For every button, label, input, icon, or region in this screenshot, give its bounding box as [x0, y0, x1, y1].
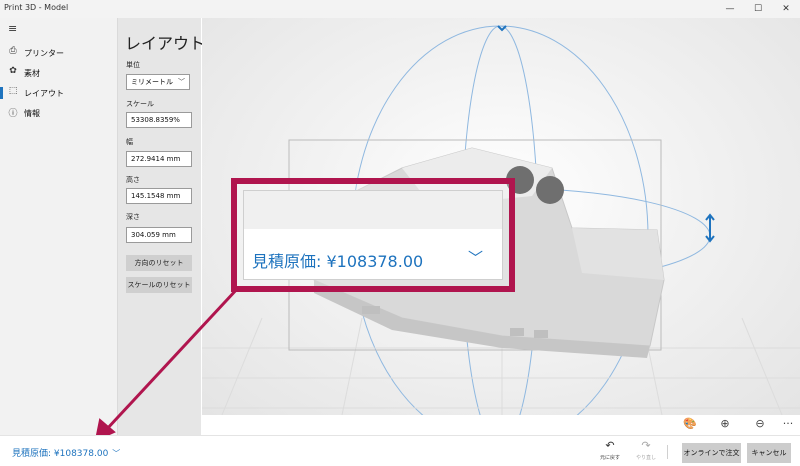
chevron-down-icon: ﹀ [468, 249, 484, 267]
hamburger-menu-icon[interactable]: ≡ [8, 22, 17, 35]
callout-price-text: 見積原価: ¥108378.00 [252, 252, 424, 271]
estimated-price-text: 見積原価: ¥108378.00 [12, 449, 109, 459]
width-field[interactable]: 272.9414 mm [126, 151, 192, 167]
layout-icon: ⬚ [8, 86, 18, 96]
more-options-icon[interactable]: ··· [780, 417, 796, 430]
nav-item-layout[interactable]: ⬚ レイアウト [0, 84, 117, 102]
info-icon: ⓘ [8, 109, 18, 119]
depth-field[interactable]: 304.059 mm [126, 227, 192, 243]
minimize-button[interactable]: — [716, 0, 744, 18]
chevron-down-icon: ﹀ [112, 449, 121, 458]
zoom-out-icon[interactable]: ⊖ [752, 417, 768, 430]
order-online-button[interactable]: オンラインで注文 [682, 443, 741, 463]
height-field[interactable]: 145.1548 mm [126, 188, 192, 204]
scale-field[interactable]: 53308.8359% [126, 112, 192, 128]
undo-button[interactable]: ↶ 元に戻す [593, 440, 627, 466]
height-label: 高さ [126, 176, 140, 184]
layout-panel: レイアウト 単位 ミリメートル ﹀ スケール 53308.8359% 幅 272… [117, 18, 205, 435]
width-label: 幅 [126, 138, 133, 146]
zoom-in-icon[interactable]: ⊕ [717, 417, 733, 430]
redo-icon: ↷ [641, 439, 651, 452]
unit-value: ミリメートル [131, 78, 173, 86]
unit-label: 単位 [126, 61, 140, 69]
nav-item-material[interactable]: ✿ 素材 [0, 64, 117, 82]
left-nav: ≡ ⎙ プリンター ✿ 素材 ⬚ レイアウト ⓘ 情報 [0, 18, 117, 435]
unit-dropdown[interactable]: ミリメートル ﹀ [126, 74, 190, 90]
price-callout: 見積原価: ¥108378.00 ﹀ [231, 178, 515, 292]
bottom-bar: 見積原価: ¥108378.00 ﹀ ↶ 元に戻す ↷ やり直し オンラインで注文… [0, 435, 800, 466]
maximize-button[interactable]: ☐ [744, 0, 772, 18]
panel-title: レイアウト [125, 34, 206, 53]
viewport-toolbar: 🎨 ⊕ ⊖ ··· [202, 415, 800, 435]
redo-button[interactable]: ↷ やり直し [629, 440, 663, 466]
close-button[interactable]: ✕ [772, 0, 800, 18]
window-title: Print 3D - Model [4, 3, 69, 12]
undo-label: 元に戻す [599, 455, 620, 461]
nav-item-printer[interactable]: ⎙ プリンター [0, 44, 117, 62]
undo-icon: ↶ [605, 439, 615, 452]
redo-label: やり直し [635, 455, 656, 461]
estimated-price-dropdown[interactable]: 見積原価: ¥108378.00 ﹀ [12, 446, 120, 459]
active-indicator [0, 87, 3, 99]
reset-scale-button[interactable]: スケールのリセット [126, 277, 192, 293]
nav-item-info[interactable]: ⓘ 情報 [0, 104, 117, 122]
nav-item-label: 素材 [24, 69, 40, 78]
title-bar: Print 3D - Model — ☐ ✕ [0, 0, 800, 18]
nav-item-label: 情報 [24, 109, 40, 118]
palette-icon[interactable]: 🎨 [682, 417, 698, 430]
divider [667, 445, 668, 459]
palette-icon: ✿ [9, 66, 17, 76]
reset-orientation-button[interactable]: 方向のリセット [126, 255, 192, 271]
nav-item-label: レイアウト [24, 89, 64, 98]
nav-item-label: プリンター [24, 49, 64, 58]
cancel-button[interactable]: キャンセル [747, 443, 791, 463]
scale-label: スケール [126, 100, 154, 108]
chevron-down-icon: ﹀ [178, 78, 185, 86]
price-callout-inner: 見積原価: ¥108378.00 ﹀ [243, 190, 503, 280]
depth-label: 深さ [126, 213, 140, 221]
printer-icon: ⎙ [9, 46, 17, 56]
